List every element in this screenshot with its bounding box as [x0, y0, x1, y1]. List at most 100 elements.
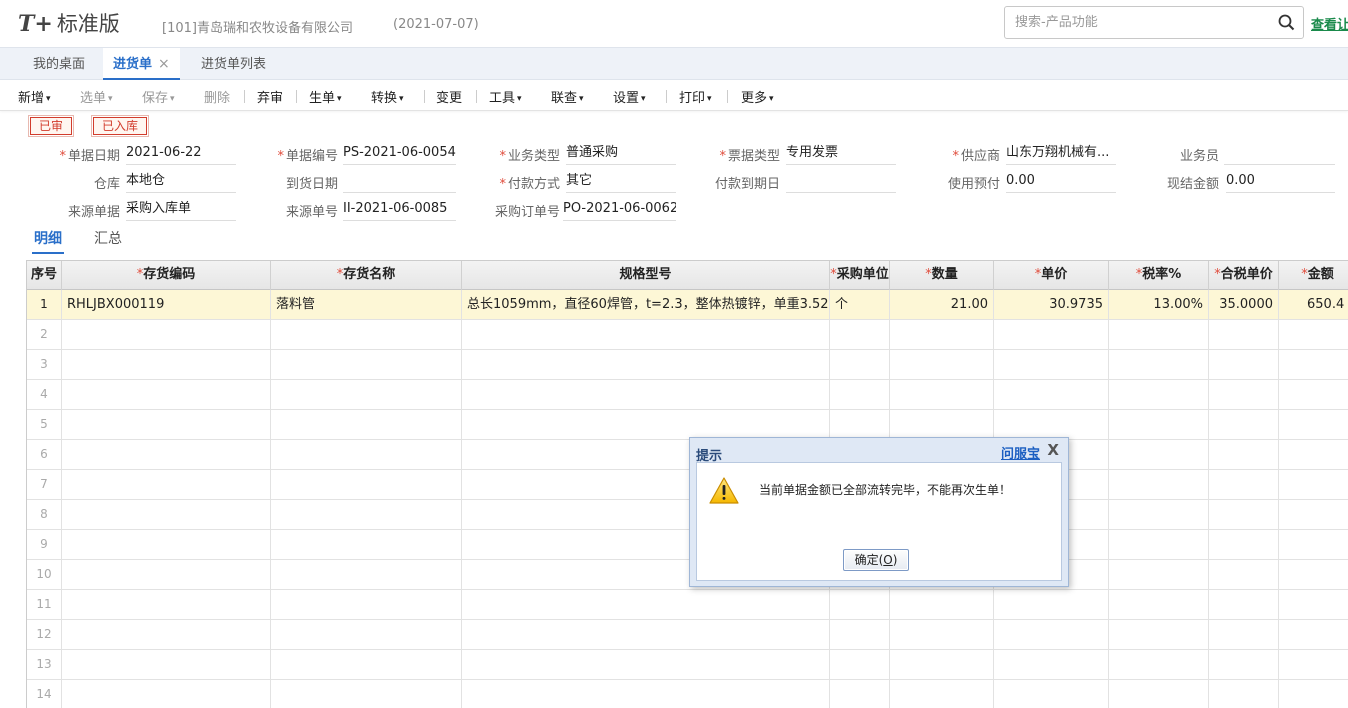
- table-cell[interactable]: [271, 680, 462, 708]
- table-cell[interactable]: [1209, 650, 1279, 679]
- table-cell[interactable]: [1279, 560, 1348, 589]
- tab-detail[interactable]: 明细: [32, 228, 64, 254]
- table-cell[interactable]: [462, 650, 830, 679]
- col-spec[interactable]: 规格型号: [462, 261, 830, 290]
- convert-button[interactable]: 转换 ▾: [371, 87, 404, 106]
- delete-button[interactable]: 删除: [204, 87, 230, 106]
- table-cell[interactable]: [1109, 470, 1209, 499]
- table-cell[interactable]: [994, 650, 1109, 679]
- ok-button[interactable]: 确定(O): [843, 549, 909, 571]
- table-cell[interactable]: [1209, 350, 1279, 379]
- table-cell[interactable]: [830, 680, 890, 708]
- tab-receipt-list[interactable]: 进货单列表: [201, 48, 266, 80]
- table-cell[interactable]: [1109, 320, 1209, 349]
- table-cell[interactable]: [1209, 470, 1279, 499]
- table-cell[interactable]: [1209, 590, 1279, 619]
- table-cell[interactable]: [1209, 440, 1279, 469]
- generate-doc-button[interactable]: 生单 ▾: [309, 87, 342, 106]
- table-cell[interactable]: [1209, 320, 1279, 349]
- table-cell[interactable]: [1279, 530, 1348, 559]
- settings-button[interactable]: 设置 ▾: [613, 87, 646, 106]
- table-cell[interactable]: [994, 380, 1109, 409]
- table-cell[interactable]: [462, 410, 830, 439]
- table-cell[interactable]: [1109, 590, 1209, 619]
- table-cell[interactable]: [62, 680, 271, 708]
- table-cell[interactable]: [1109, 560, 1209, 589]
- col-qty[interactable]: *数量: [890, 261, 994, 290]
- table-cell[interactable]: [62, 620, 271, 649]
- lookup-button[interactable]: 联查 ▾: [551, 87, 584, 106]
- tab-summary[interactable]: 汇总: [94, 228, 122, 248]
- table-cell[interactable]: [890, 650, 994, 679]
- col-amount[interactable]: *金额: [1279, 261, 1348, 290]
- table-cell[interactable]: [1279, 320, 1348, 349]
- table-cell[interactable]: [271, 380, 462, 409]
- close-icon[interactable]: ×: [158, 56, 170, 72]
- table-row[interactable]: 13: [27, 650, 1348, 680]
- table-cell[interactable]: [830, 350, 890, 379]
- code-field[interactable]: PS-2021-06-0054: [343, 143, 456, 165]
- table-cell[interactable]: [62, 650, 271, 679]
- table-cell[interactable]: [62, 410, 271, 439]
- table-cell[interactable]: [994, 590, 1109, 619]
- view-link[interactable]: 查看让: [1311, 14, 1348, 33]
- table-cell[interactable]: [271, 650, 462, 679]
- warehouse-field[interactable]: 本地仓: [126, 171, 236, 193]
- staff-field[interactable]: [1224, 143, 1335, 165]
- col-unit[interactable]: *采购单位: [830, 261, 890, 290]
- table-row[interactable]: 5: [27, 410, 1348, 440]
- table-cell[interactable]: [1209, 620, 1279, 649]
- table-cell[interactable]: [890, 380, 994, 409]
- table-row[interactable]: 6: [27, 440, 1348, 470]
- change-button[interactable]: 变更: [436, 87, 462, 106]
- table-cell[interactable]: [890, 680, 994, 708]
- table-row[interactable]: 7: [27, 470, 1348, 500]
- table-row[interactable]: 2: [27, 320, 1348, 350]
- table-cell[interactable]: [830, 410, 890, 439]
- col-name[interactable]: *存货名称: [271, 261, 462, 290]
- table-cell[interactable]: [830, 380, 890, 409]
- table-cell[interactable]: [62, 500, 271, 529]
- table-cell[interactable]: [62, 560, 271, 589]
- cash-amount-field[interactable]: 0.00: [1226, 171, 1335, 193]
- table-cell[interactable]: [994, 680, 1109, 708]
- col-tax-rate[interactable]: *税率%: [1109, 261, 1209, 290]
- table-cell[interactable]: [890, 320, 994, 349]
- table-cell[interactable]: [1279, 380, 1348, 409]
- table-cell[interactable]: [271, 470, 462, 499]
- save-button[interactable]: 保存 ▾: [142, 87, 175, 106]
- table-row[interactable]: 11: [27, 590, 1348, 620]
- table-cell[interactable]: [1109, 440, 1209, 469]
- select-doc-button[interactable]: 选单 ▾: [80, 87, 113, 106]
- table-cell[interactable]: [62, 350, 271, 379]
- table-cell[interactable]: [462, 350, 830, 379]
- table-row[interactable]: 10: [27, 560, 1348, 590]
- table-cell[interactable]: [62, 380, 271, 409]
- table-cell[interactable]: [462, 620, 830, 649]
- table-cell[interactable]: [271, 410, 462, 439]
- table-cell[interactable]: [994, 320, 1109, 349]
- invoice-type-field[interactable]: 专用发票: [786, 143, 896, 165]
- cell-name[interactable]: 落料管: [271, 290, 462, 319]
- date-field[interactable]: 2021-06-22: [126, 143, 236, 165]
- table-cell[interactable]: [890, 590, 994, 619]
- source-no-field[interactable]: II-2021-06-0085: [343, 199, 456, 221]
- payment-method-field[interactable]: 其它: [566, 171, 676, 193]
- table-row[interactable]: 4: [27, 380, 1348, 410]
- table-row[interactable]: 1 RHLJBX000119 落料管 总长1059mm，直径60焊管，t=2.3…: [27, 290, 1348, 320]
- new-button[interactable]: 新增 ▾: [18, 87, 51, 106]
- print-button[interactable]: 打印 ▾: [679, 87, 712, 106]
- col-tax-price[interactable]: *合税单价: [1209, 261, 1279, 290]
- unaudit-button[interactable]: 弃审: [257, 87, 283, 106]
- col-code[interactable]: *存货编码: [62, 261, 271, 290]
- table-cell[interactable]: [1279, 650, 1348, 679]
- cell-tax-rate[interactable]: 13.00%: [1109, 290, 1209, 319]
- help-link[interactable]: 问服宝: [1001, 443, 1040, 462]
- table-cell[interactable]: [62, 470, 271, 499]
- table-cell[interactable]: [994, 620, 1109, 649]
- table-cell[interactable]: [994, 350, 1109, 379]
- table-cell[interactable]: [1279, 680, 1348, 708]
- table-cell[interactable]: [1279, 620, 1348, 649]
- table-cell[interactable]: [890, 350, 994, 379]
- cell-spec[interactable]: 总长1059mm，直径60焊管，t=2.3，整体热镀锌，单重3.52...: [462, 290, 830, 319]
